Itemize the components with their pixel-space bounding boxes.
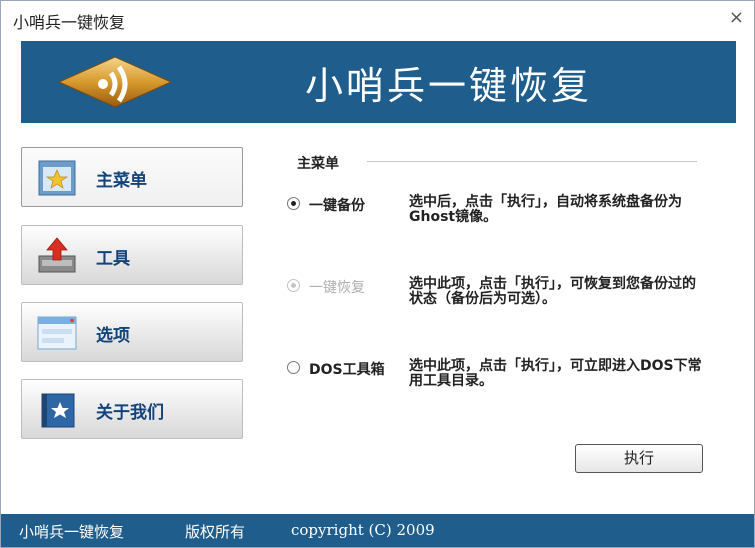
section-divider — [367, 161, 697, 162]
execute-button[interactable]: 执行 — [575, 444, 703, 473]
footer-rights: 版权所有 — [185, 523, 246, 541]
disk-upload-icon — [38, 237, 76, 273]
restore-radio[interactable] — [287, 279, 300, 292]
sidebar-item-label: 选项 — [96, 326, 130, 346]
star-folder-icon — [38, 160, 76, 196]
option-label: DOS工具箱 — [309, 362, 385, 378]
footer-app-name: 小哨兵一键恢复 — [19, 523, 125, 541]
sidebar-item-about[interactable]: 关于我们 — [21, 379, 243, 439]
star-book-icon — [41, 393, 75, 428]
dos-toolbox-radio[interactable] — [287, 361, 300, 374]
sidebar-item-tools[interactable]: 工具 — [21, 225, 243, 285]
app-window: 小哨兵一键恢复 × 小哨兵一键恢复 主菜单 工具 选项 关于我们 主菜单 一键备… — [0, 0, 755, 548]
close-icon[interactable]: × — [729, 7, 744, 28]
window-title: 小哨兵一键恢复 — [13, 13, 126, 32]
option-description: 选中后，点击「执行」，自动将系统盘备份为Ghost镜像。 — [409, 194, 682, 225]
option-description: 选中此项，点击「执行」，可立即进入DOS下常用工具目录。 — [409, 358, 702, 389]
sidebar-item-options[interactable]: 选项 — [21, 302, 243, 362]
sidebar-item-label: 关于我们 — [96, 403, 164, 423]
option-description: 选中此项，点击「执行」，可恢复到您备份过的状态（备份后为可选）。 — [409, 276, 696, 307]
window-options-icon — [37, 316, 77, 350]
sidebar-item-label: 主菜单 — [96, 171, 147, 191]
sidebar-item-main-menu[interactable]: 主菜单 — [21, 147, 243, 207]
section-title: 主菜单 — [297, 156, 339, 172]
status-bar: 小哨兵一键恢复 版权所有 copyright (C) 2009 — [1, 514, 754, 547]
logo-icon — [57, 56, 173, 108]
main-panel: 主菜单 一键备份 选中后，点击「执行」，自动将系统盘备份为Ghost镜像。 一键… — [285, 149, 715, 479]
footer-copyright: copyright (C) 2009 — [291, 521, 435, 539]
banner-title: 小哨兵一键恢复 — [305, 64, 593, 108]
option-label: 一键备份 — [309, 198, 365, 214]
sidebar-item-label: 工具 — [96, 249, 130, 269]
option-label: 一键恢复 — [309, 280, 365, 296]
backup-radio[interactable] — [287, 197, 300, 210]
title-bar: 小哨兵一键恢复 × — [1, 1, 754, 37]
header-banner: 小哨兵一键恢复 — [21, 41, 736, 123]
